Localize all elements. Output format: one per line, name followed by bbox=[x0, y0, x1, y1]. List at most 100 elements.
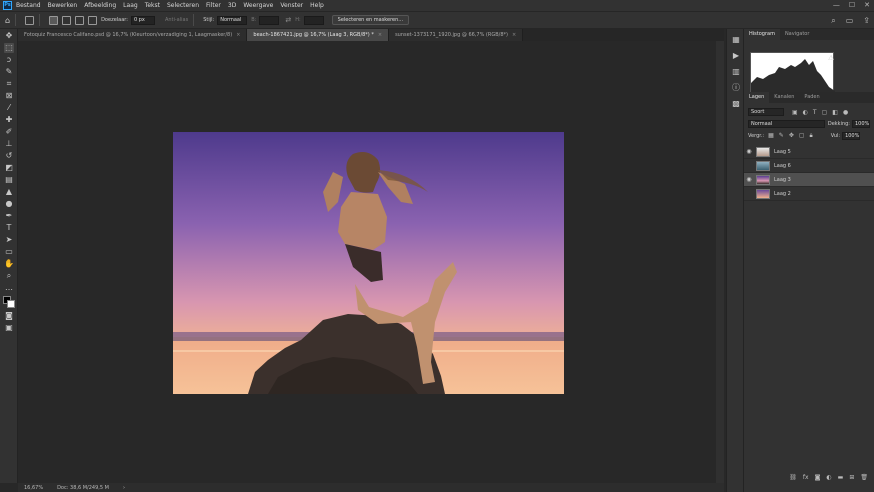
tab-navigator[interactable]: Navigator bbox=[780, 29, 814, 40]
lock-artboard-icon[interactable]: ▢ bbox=[799, 132, 805, 140]
menu-help[interactable]: Help bbox=[310, 2, 324, 9]
swatches-panel-icon[interactable]: ▥ bbox=[731, 67, 741, 77]
lock-all-icon[interactable]: 🔒︎ bbox=[810, 132, 813, 140]
menu-tekst[interactable]: Tekst bbox=[145, 2, 160, 9]
tab-paths[interactable]: Paden bbox=[799, 92, 824, 103]
menu-filter[interactable]: Filter bbox=[206, 2, 221, 9]
pixel-filter-icon[interactable]: ▣ bbox=[792, 109, 798, 116]
adjustment-filter-icon[interactable]: ◐ bbox=[803, 109, 808, 116]
lasso-tool-icon[interactable]: ↄ bbox=[4, 55, 14, 65]
zoom-level[interactable]: 16,67% bbox=[24, 485, 43, 491]
subtract-selection-icon[interactable] bbox=[75, 15, 85, 25]
clone-stamp-icon[interactable]: ⊥ bbox=[4, 139, 14, 149]
close-icon[interactable]: × bbox=[378, 32, 382, 38]
layer-name[interactable]: Laag 6 bbox=[774, 163, 791, 169]
kind-filter-select[interactable]: Soort bbox=[748, 108, 784, 116]
style-select[interactable]: Normaal bbox=[217, 15, 248, 25]
swap-icon[interactable]: ⇄ bbox=[285, 16, 291, 24]
blend-mode-select[interactable]: Normaal bbox=[748, 120, 825, 128]
menu-laag[interactable]: Laag bbox=[123, 2, 138, 9]
fill-input[interactable]: 100% bbox=[842, 132, 861, 140]
tab-histogram[interactable]: Histogram bbox=[744, 29, 780, 40]
opacity-input[interactable]: 100% bbox=[852, 120, 870, 128]
history-panel-icon[interactable]: ▦ bbox=[731, 35, 741, 45]
frame-tool-icon[interactable]: ⊠ bbox=[4, 91, 14, 101]
new-group-icon[interactable]: ▬ bbox=[838, 474, 844, 481]
quick-mask-icon[interactable]: ◙ bbox=[4, 311, 14, 321]
width-input[interactable] bbox=[259, 15, 280, 25]
blur-tool-icon[interactable]: ▲ bbox=[4, 187, 14, 197]
layer-row[interactable]: Laag 6 bbox=[744, 159, 874, 173]
menu-afbeelding[interactable]: Afbeelding bbox=[84, 2, 116, 9]
feather-input[interactable]: 0 px bbox=[130, 15, 155, 25]
marquee-tool-icon[interactable]: ⬚ bbox=[4, 43, 14, 53]
healing-brush-icon[interactable]: ✚ bbox=[4, 115, 14, 125]
tab-channels[interactable]: Kanalen bbox=[769, 92, 799, 103]
vertical-scrollbar[interactable] bbox=[716, 41, 724, 483]
layer-row[interactable]: Laag 2 bbox=[744, 187, 874, 201]
height-input[interactable] bbox=[303, 15, 324, 25]
document-image[interactable] bbox=[173, 132, 564, 394]
home-icon[interactable]: ⌂ bbox=[5, 16, 10, 25]
menu-3d[interactable]: 3D bbox=[228, 2, 236, 9]
document-tab[interactable]: Fotoquiz Francesco Califano.psd @ 16,7% … bbox=[18, 29, 248, 41]
select-and-mask-button[interactable]: Selecteren en maskeren... bbox=[331, 15, 410, 25]
visibility-eye-icon[interactable]: ◉ bbox=[744, 176, 754, 183]
intersect-selection-icon[interactable] bbox=[88, 15, 98, 25]
eyedropper-tool-icon[interactable]: ⁄ bbox=[4, 103, 14, 113]
maximize-button[interactable]: ☐ bbox=[849, 1, 855, 9]
document-tab[interactable]: sunset-1373171_1920.jpg @ 66,7% (RGB/8*)… bbox=[389, 29, 524, 41]
eraser-tool-icon[interactable]: ◩ bbox=[4, 163, 14, 173]
minimize-button[interactable]: — bbox=[833, 1, 840, 9]
history-brush-icon[interactable]: ↺ bbox=[4, 151, 14, 161]
crop-tool-icon[interactable]: ⌗ bbox=[4, 79, 14, 89]
actions-panel-icon[interactable]: ▶ bbox=[731, 51, 741, 61]
layer-name[interactable]: Laag 5 bbox=[774, 149, 791, 155]
menu-selecteren[interactable]: Selecteren bbox=[167, 2, 199, 9]
workspace-icon[interactable]: ▭ bbox=[846, 16, 854, 26]
layer-row-selected[interactable]: ◉ Laag 3 bbox=[744, 173, 874, 187]
menu-venster[interactable]: Venster bbox=[280, 2, 303, 9]
lock-pixels-icon[interactable]: ▦ bbox=[768, 132, 774, 140]
zoom-tool-icon[interactable]: ⌕ bbox=[4, 271, 14, 281]
warning-icon[interactable]: ⚠ bbox=[828, 54, 834, 62]
brush-panel-icon[interactable]: ▩ bbox=[731, 99, 741, 109]
smart-filter-icon[interactable]: ◧ bbox=[832, 109, 838, 116]
pen-tool-icon[interactable]: ✒ bbox=[4, 211, 14, 221]
quick-select-tool-icon[interactable]: ✎ bbox=[4, 67, 14, 77]
lock-paint-icon[interactable]: ✎ bbox=[779, 132, 784, 140]
visibility-eye-icon[interactable]: ◉ bbox=[744, 148, 754, 155]
brush-tool-icon[interactable]: ✐ bbox=[4, 127, 14, 137]
shape-filter-icon[interactable]: ▢ bbox=[822, 109, 828, 116]
menu-bestand[interactable]: Bestand bbox=[16, 2, 41, 9]
close-button[interactable]: ✕ bbox=[864, 1, 870, 9]
rectangle-tool-icon[interactable]: ▭ bbox=[4, 247, 14, 257]
document-tab-active[interactable]: beach-1867421.jpg @ 16,7% (Laag 3, RGB/8… bbox=[247, 29, 390, 41]
color-swatches[interactable] bbox=[2, 295, 16, 309]
canvas-area[interactable] bbox=[18, 41, 716, 483]
layer-name[interactable]: Laag 3 bbox=[774, 177, 791, 183]
layer-row[interactable]: ◉ Laag 5 bbox=[744, 145, 874, 159]
close-icon[interactable]: × bbox=[236, 32, 240, 38]
new-layer-icon[interactable]: ⊞ bbox=[849, 474, 854, 481]
status-arrow-icon[interactable]: › bbox=[123, 485, 125, 491]
hand-tool-icon[interactable]: ✋ bbox=[4, 259, 14, 269]
add-mask-icon[interactable]: ◙ bbox=[815, 474, 821, 481]
new-selection-icon[interactable] bbox=[49, 15, 59, 25]
path-select-icon[interactable]: ➤ bbox=[4, 235, 14, 245]
share-icon[interactable]: ⇪ bbox=[863, 16, 870, 26]
background-color-swatch[interactable] bbox=[7, 300, 15, 308]
add-selection-icon[interactable] bbox=[62, 15, 72, 25]
dodge-tool-icon[interactable]: ● bbox=[4, 199, 14, 209]
tab-layers[interactable]: Lagen bbox=[744, 92, 770, 103]
close-icon[interactable]: × bbox=[512, 32, 516, 38]
gradient-tool-icon[interactable]: ▤ bbox=[4, 175, 14, 185]
search-icon[interactable]: ⌕ bbox=[831, 16, 835, 26]
menu-bewerken[interactable]: Bewerken bbox=[48, 2, 78, 9]
marquee-preset-icon[interactable] bbox=[25, 15, 35, 25]
info-panel-icon[interactable]: ⓘ bbox=[731, 83, 741, 93]
type-filter-icon[interactable]: T bbox=[813, 109, 817, 116]
antialias-checkbox[interactable]: Anti-alias bbox=[165, 17, 188, 23]
screen-mode-icon[interactable]: ▣ bbox=[4, 323, 14, 333]
lock-move-icon[interactable]: ✥ bbox=[789, 132, 794, 140]
